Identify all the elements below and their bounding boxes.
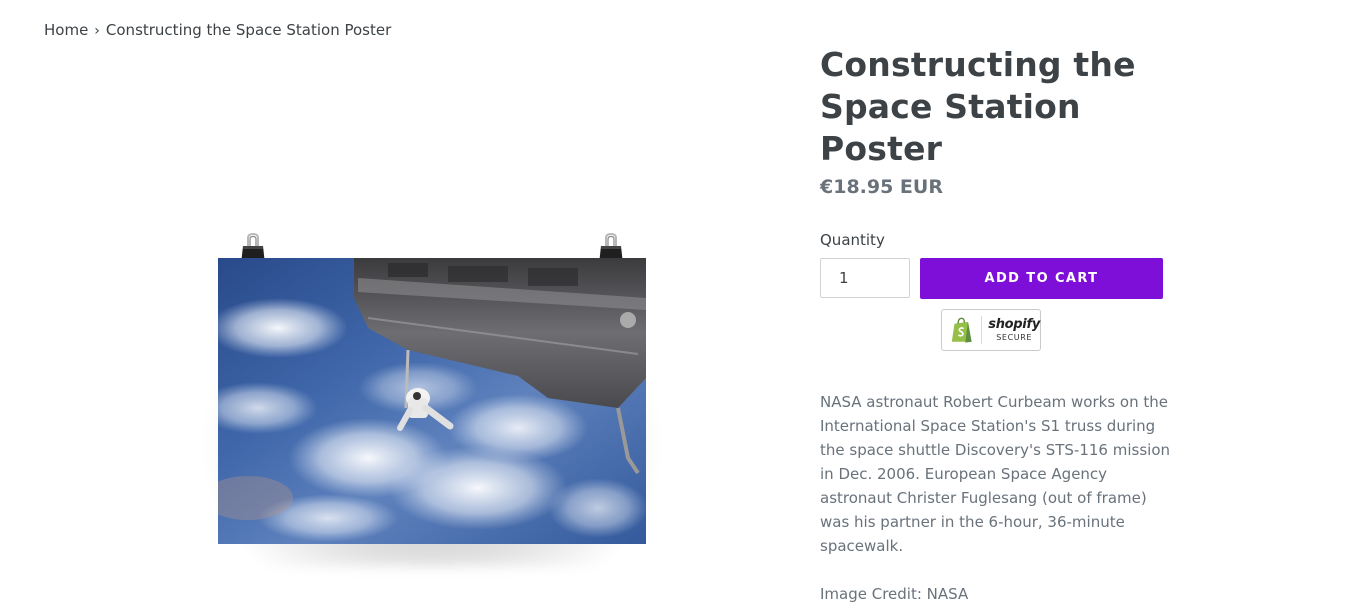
breadcrumb: Home › Constructing the Space Station Post…: [44, 21, 391, 39]
breadcrumb-current: Constructing the Space Station Poster: [105, 21, 392, 39]
badge-divider: [981, 316, 983, 344]
poster-photo: [218, 258, 646, 544]
product-info: Constructing the Space Station Poster €1…: [820, 44, 1170, 603]
shopify-secure-badge: shopify SECURE: [941, 309, 1041, 351]
product-page: Home › Constructing the Space Station Post…: [0, 0, 1348, 614]
badge-brand: shopify: [988, 317, 1040, 332]
product-image[interactable]: [208, 232, 656, 566]
quantity-label: Quantity: [820, 231, 885, 249]
product-title: Constructing the Space Station Poster: [820, 45, 1136, 168]
add-to-cart-button[interactable]: ADD TO CART: [920, 258, 1163, 299]
badge-text: shopify SECURE: [988, 318, 1040, 342]
quantity-input[interactable]: [820, 258, 910, 298]
product-description: NASA astronaut Robert Curbeam works on t…: [820, 393, 1171, 555]
product-price: €18.95 EUR: [820, 176, 943, 198]
space-station-earth-illustration: [218, 258, 646, 544]
image-credit: Image Credit: NASA: [820, 585, 969, 603]
badge-secure: SECURE: [996, 333, 1033, 342]
breadcrumb-home-link[interactable]: Home: [44, 21, 88, 39]
shopify-bag-icon: [951, 317, 972, 343]
breadcrumb-separator: ›: [94, 23, 100, 39]
